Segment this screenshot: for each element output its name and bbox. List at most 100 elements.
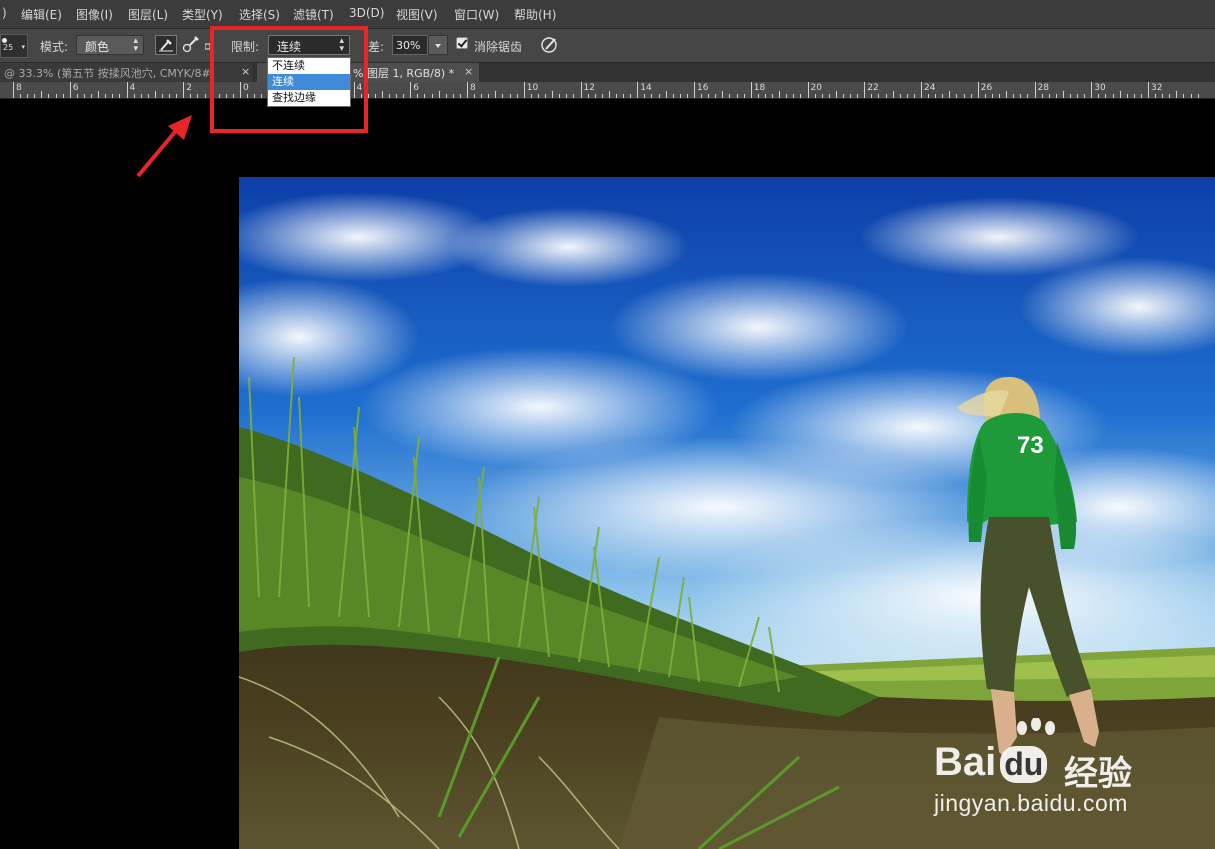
ruler-major-tick xyxy=(694,82,695,98)
ruler-minor-tick xyxy=(573,94,575,98)
ruler-minor-tick xyxy=(1176,91,1178,98)
ruler-minor-tick xyxy=(1169,94,1171,98)
document-tab-1-label: @ 33.3% (第五节 按揉风池穴, CMYK/8#) xyxy=(4,67,216,80)
ruler-minor-tick xyxy=(708,94,710,98)
ruler-minor-tick xyxy=(1084,94,1086,98)
ruler-minor-tick xyxy=(1126,94,1128,98)
ruler-minor-tick xyxy=(679,94,681,98)
ruler-minor-tick xyxy=(587,94,589,98)
ruler-minor-tick xyxy=(743,94,745,98)
ruler-label: 12 xyxy=(583,83,595,93)
ruler-minor-tick xyxy=(133,94,135,98)
ruler-minor-tick xyxy=(452,94,454,98)
horizontal-ruler[interactable]: 864202468101214161820222426283032 xyxy=(0,82,1215,99)
menu-filter[interactable]: 滤镜(T) xyxy=(293,6,334,23)
ruler-minor-tick xyxy=(488,94,490,98)
ruler-label: 6 xyxy=(413,83,419,93)
menu-select[interactable]: 选择(S) xyxy=(239,6,280,23)
ruler-label: 16 xyxy=(697,83,709,93)
ruler-minor-tick xyxy=(34,94,36,98)
ruler-minor-tick xyxy=(885,94,887,98)
pressure-size-button[interactable] xyxy=(539,35,561,55)
ruler-minor-tick xyxy=(601,94,603,98)
chevron-down-icon: ▾ xyxy=(21,43,25,51)
ruler-major-tick xyxy=(637,82,639,98)
eyedropper-once-icon xyxy=(182,36,199,53)
document-tab-bar: @ 33.3% (第五节 按揉风池穴, CMYK/8#) × % 图层 1, R… xyxy=(0,63,1215,82)
ruler-minor-tick xyxy=(509,94,511,98)
ruler-minor-tick xyxy=(906,94,908,98)
antialias-checkbox[interactable] xyxy=(456,37,468,49)
menu-window[interactable]: 窗口(W) xyxy=(454,6,499,23)
tolerance-input[interactable]: 30% xyxy=(392,35,428,55)
ruler-minor-tick xyxy=(651,94,653,98)
ruler-minor-tick xyxy=(459,94,461,98)
menu-edit[interactable]: 编辑(E) xyxy=(21,6,62,23)
ruler-minor-tick xyxy=(736,94,738,98)
tolerance-value: 30% xyxy=(396,39,421,52)
highlight-box xyxy=(210,26,368,133)
ruler-minor-tick xyxy=(41,91,43,98)
ruler-major-tick xyxy=(69,82,71,98)
menu-image[interactable]: 图像(I) xyxy=(76,6,113,23)
ruler-minor-tick xyxy=(1020,94,1022,98)
ruler-minor-tick xyxy=(814,94,816,98)
ruler-minor-tick xyxy=(623,94,625,98)
ruler-minor-tick xyxy=(999,94,1001,98)
ruler-major-tick xyxy=(807,82,809,98)
ruler-minor-tick xyxy=(91,94,93,98)
ruler-minor-tick xyxy=(112,94,114,98)
tolerance-slider-button[interactable] xyxy=(428,35,448,55)
menu-help[interactable]: 帮助(H) xyxy=(514,6,556,23)
ruler-label: 10 xyxy=(526,83,539,93)
ruler-minor-tick xyxy=(388,94,390,98)
menu-view[interactable]: 视图(V) xyxy=(396,6,438,23)
menu-3d[interactable]: 3D(D) xyxy=(349,6,384,20)
ruler-major-tick xyxy=(864,82,866,98)
ruler-minor-tick xyxy=(417,94,419,98)
ruler-minor-tick xyxy=(1155,94,1157,98)
brush-preset-picker[interactable]: 25 ▾ xyxy=(0,34,28,58)
sampling-continuous-button[interactable] xyxy=(155,35,177,55)
ruler-minor-tick xyxy=(1055,94,1057,98)
ruler-minor-tick xyxy=(913,94,915,98)
ruler-minor-tick xyxy=(715,94,717,98)
ruler-minor-tick xyxy=(665,91,667,98)
ruler-minor-tick xyxy=(474,94,476,98)
ruler-minor-tick xyxy=(594,94,596,98)
ruler-minor-tick xyxy=(403,94,405,98)
red-arrow-icon xyxy=(136,115,192,178)
ruler-minor-tick xyxy=(1183,94,1185,98)
ruler-minor-tick xyxy=(991,94,993,98)
menu-type[interactable]: 类型(Y) xyxy=(182,6,223,23)
ruler-minor-tick xyxy=(552,91,554,98)
ruler-minor-tick xyxy=(658,94,660,98)
ruler-minor-tick xyxy=(495,91,497,98)
ruler-minor-tick xyxy=(899,94,901,98)
mode-select[interactable]: 颜色 ▴ ▾ xyxy=(76,35,144,55)
ruler-minor-tick xyxy=(204,94,206,98)
ruler-minor-tick xyxy=(1048,94,1050,98)
sampling-once-button[interactable] xyxy=(181,35,203,55)
jersey-number: 73 xyxy=(1017,432,1044,459)
ruler-label: 8 xyxy=(470,83,476,93)
ruler-label: 30 xyxy=(1094,83,1106,93)
ruler-major-tick xyxy=(921,82,922,98)
brush-size-value: 25 xyxy=(3,43,14,52)
ruler-minor-tick xyxy=(516,94,518,98)
ruler-minor-tick xyxy=(381,91,383,98)
ruler-minor-tick xyxy=(559,94,561,98)
ruler-minor-tick xyxy=(1098,94,1100,98)
ruler-minor-tick xyxy=(566,94,568,98)
ruler-major-tick xyxy=(750,82,752,98)
ruler-minor-tick xyxy=(1062,91,1064,98)
ruler-minor-tick xyxy=(83,94,85,98)
ruler-minor-tick xyxy=(197,94,199,98)
ruler-minor-tick xyxy=(48,94,50,98)
menu-layer[interactable]: 图层(L) xyxy=(128,6,168,23)
close-icon[interactable]: × xyxy=(464,65,473,78)
ruler-major-tick xyxy=(13,82,14,98)
ruler-minor-tick xyxy=(949,91,951,98)
ruler-major-tick xyxy=(580,82,582,98)
ruler-minor-tick xyxy=(608,91,610,98)
